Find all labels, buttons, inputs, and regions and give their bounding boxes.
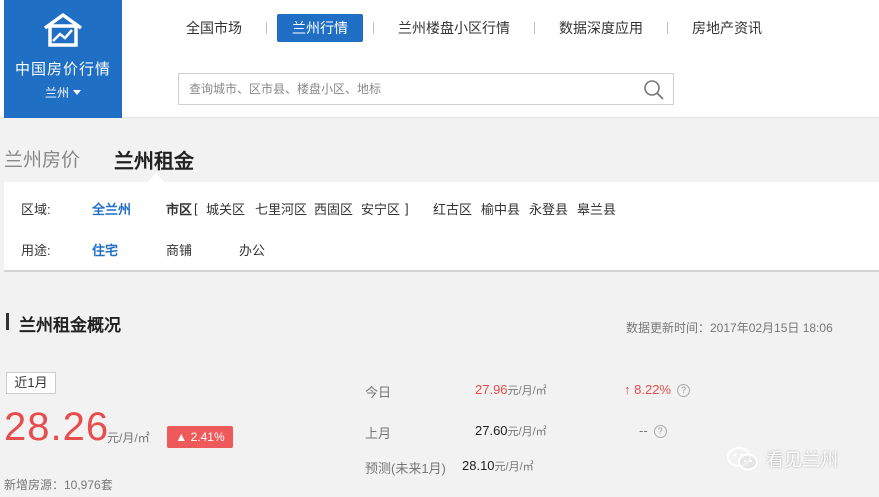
nav-news[interactable]: 房地产资讯	[678, 14, 776, 42]
last-month-change-block: --?	[639, 423, 667, 438]
site-header: 中国房价行情 兰州 全国市场 兰州行情 兰州楼盘小区行情 数据深度应用 房地产资…	[0, 0, 879, 118]
watermark-text: 看见兰州	[766, 450, 838, 470]
today-label: 今日	[365, 385, 392, 400]
wechat-watermark: 看见兰州	[726, 445, 838, 473]
last-month-change: --	[639, 423, 648, 438]
nav-community-market[interactable]: 兰州楼盘小区行情	[384, 14, 524, 42]
last-month-value: 27.60	[475, 423, 508, 438]
county-yongdeng[interactable]: 永登县	[529, 199, 568, 218]
section-title: 兰州租金概况	[19, 316, 121, 335]
today-value: 27.96	[475, 382, 508, 397]
change-badge: ▲ 2.41%	[167, 426, 233, 448]
site-logo[interactable]: 中国房价行情 兰州	[4, 0, 122, 118]
caret-down-icon	[73, 90, 81, 95]
usage-residential[interactable]: 住宅	[92, 240, 118, 259]
today-unit: 元/月/㎡	[507, 385, 547, 397]
search-box	[178, 73, 674, 105]
district-qilihe[interactable]: 七里河区	[255, 199, 307, 218]
arrow-up-icon: ↑	[624, 382, 635, 397]
bracket-close: ]	[405, 200, 409, 216]
change-value: 2.41%	[190, 430, 225, 444]
page-tabs: 兰州房价 兰州租金	[0, 130, 879, 182]
logo-title: 中国房价行情	[14, 61, 111, 78]
nav-divider	[534, 22, 535, 34]
district-xigu[interactable]: 西固区	[314, 199, 353, 218]
new-listings: 新增房源：10,976套	[4, 478, 113, 492]
section-accent-bar	[6, 313, 9, 330]
usage-label: 用途:	[21, 242, 51, 258]
forecast-unit: 元/月/㎡	[494, 461, 534, 473]
city-switcher[interactable]: 兰州	[4, 84, 122, 101]
forecast-label: 预测(未来1月)	[365, 461, 446, 476]
nav-divider	[266, 22, 267, 34]
today-change: 8.22%	[634, 382, 671, 397]
rent-unit: 元/月/㎡	[107, 431, 150, 445]
district-anning[interactable]: 安宁区	[361, 199, 400, 218]
region-city[interactable]: 市区	[166, 199, 192, 218]
search-input[interactable]	[179, 74, 619, 104]
forecast-value-block: 28.10元/月/㎡	[462, 458, 534, 474]
county-gaolan[interactable]: 皋兰县	[577, 199, 616, 218]
nav-lanzhou-market[interactable]: 兰州行情	[277, 14, 363, 42]
county-yuzhong[interactable]: 榆中县	[481, 199, 520, 218]
bracket-open: [	[194, 200, 198, 216]
wechat-icon	[727, 447, 758, 471]
today-value-block: 27.96元/月/㎡	[475, 382, 547, 398]
last-month-unit: 元/月/㎡	[507, 426, 547, 438]
usage-shop[interactable]: 商铺	[166, 240, 192, 259]
today-change-block: ↑ 8.22%?	[624, 382, 690, 397]
nav-national-market[interactable]: 全国市场	[172, 14, 256, 42]
main-nav: 全国市场 兰州行情 兰州楼盘小区行情 数据深度应用 房地产资讯	[172, 14, 776, 42]
last-month-value-block: 27.60元/月/㎡	[475, 423, 547, 439]
nav-divider	[667, 22, 668, 34]
nav-data-apps[interactable]: 数据深度应用	[545, 14, 657, 42]
search-icon[interactable]	[643, 79, 665, 101]
period-selector[interactable]: 近1月	[6, 372, 56, 394]
tab-house-price[interactable]: 兰州房价	[4, 145, 80, 172]
usage-office[interactable]: 办公	[239, 240, 265, 259]
active-tab-pointer	[148, 173, 164, 182]
house-chart-icon	[43, 13, 83, 47]
help-icon[interactable]: ?	[653, 425, 667, 438]
district-honggu[interactable]: 红古区	[433, 199, 472, 218]
forecast-value: 28.10	[462, 458, 495, 473]
city-name: 兰州	[44, 86, 69, 100]
region-all[interactable]: 全兰州	[92, 199, 131, 218]
tab-rent[interactable]: 兰州租金	[114, 145, 194, 174]
help-icon[interactable]: ?	[677, 384, 690, 397]
rent-price: 28.26	[4, 405, 110, 449]
district-chengguan[interactable]: 城关区	[206, 199, 245, 218]
update-time: 数据更新时间：2017年02月15日 18:06	[626, 321, 833, 335]
region-label: 区域:	[21, 201, 51, 217]
arrow-up-icon: ▲	[175, 430, 191, 444]
filter-panel: 区域: 全兰州 市区 [ 城关区 七里河区 西固区 安宁区 ] 红古区 榆中县 …	[4, 182, 879, 272]
last-month-label: 上月	[365, 426, 392, 441]
nav-divider	[373, 22, 374, 34]
